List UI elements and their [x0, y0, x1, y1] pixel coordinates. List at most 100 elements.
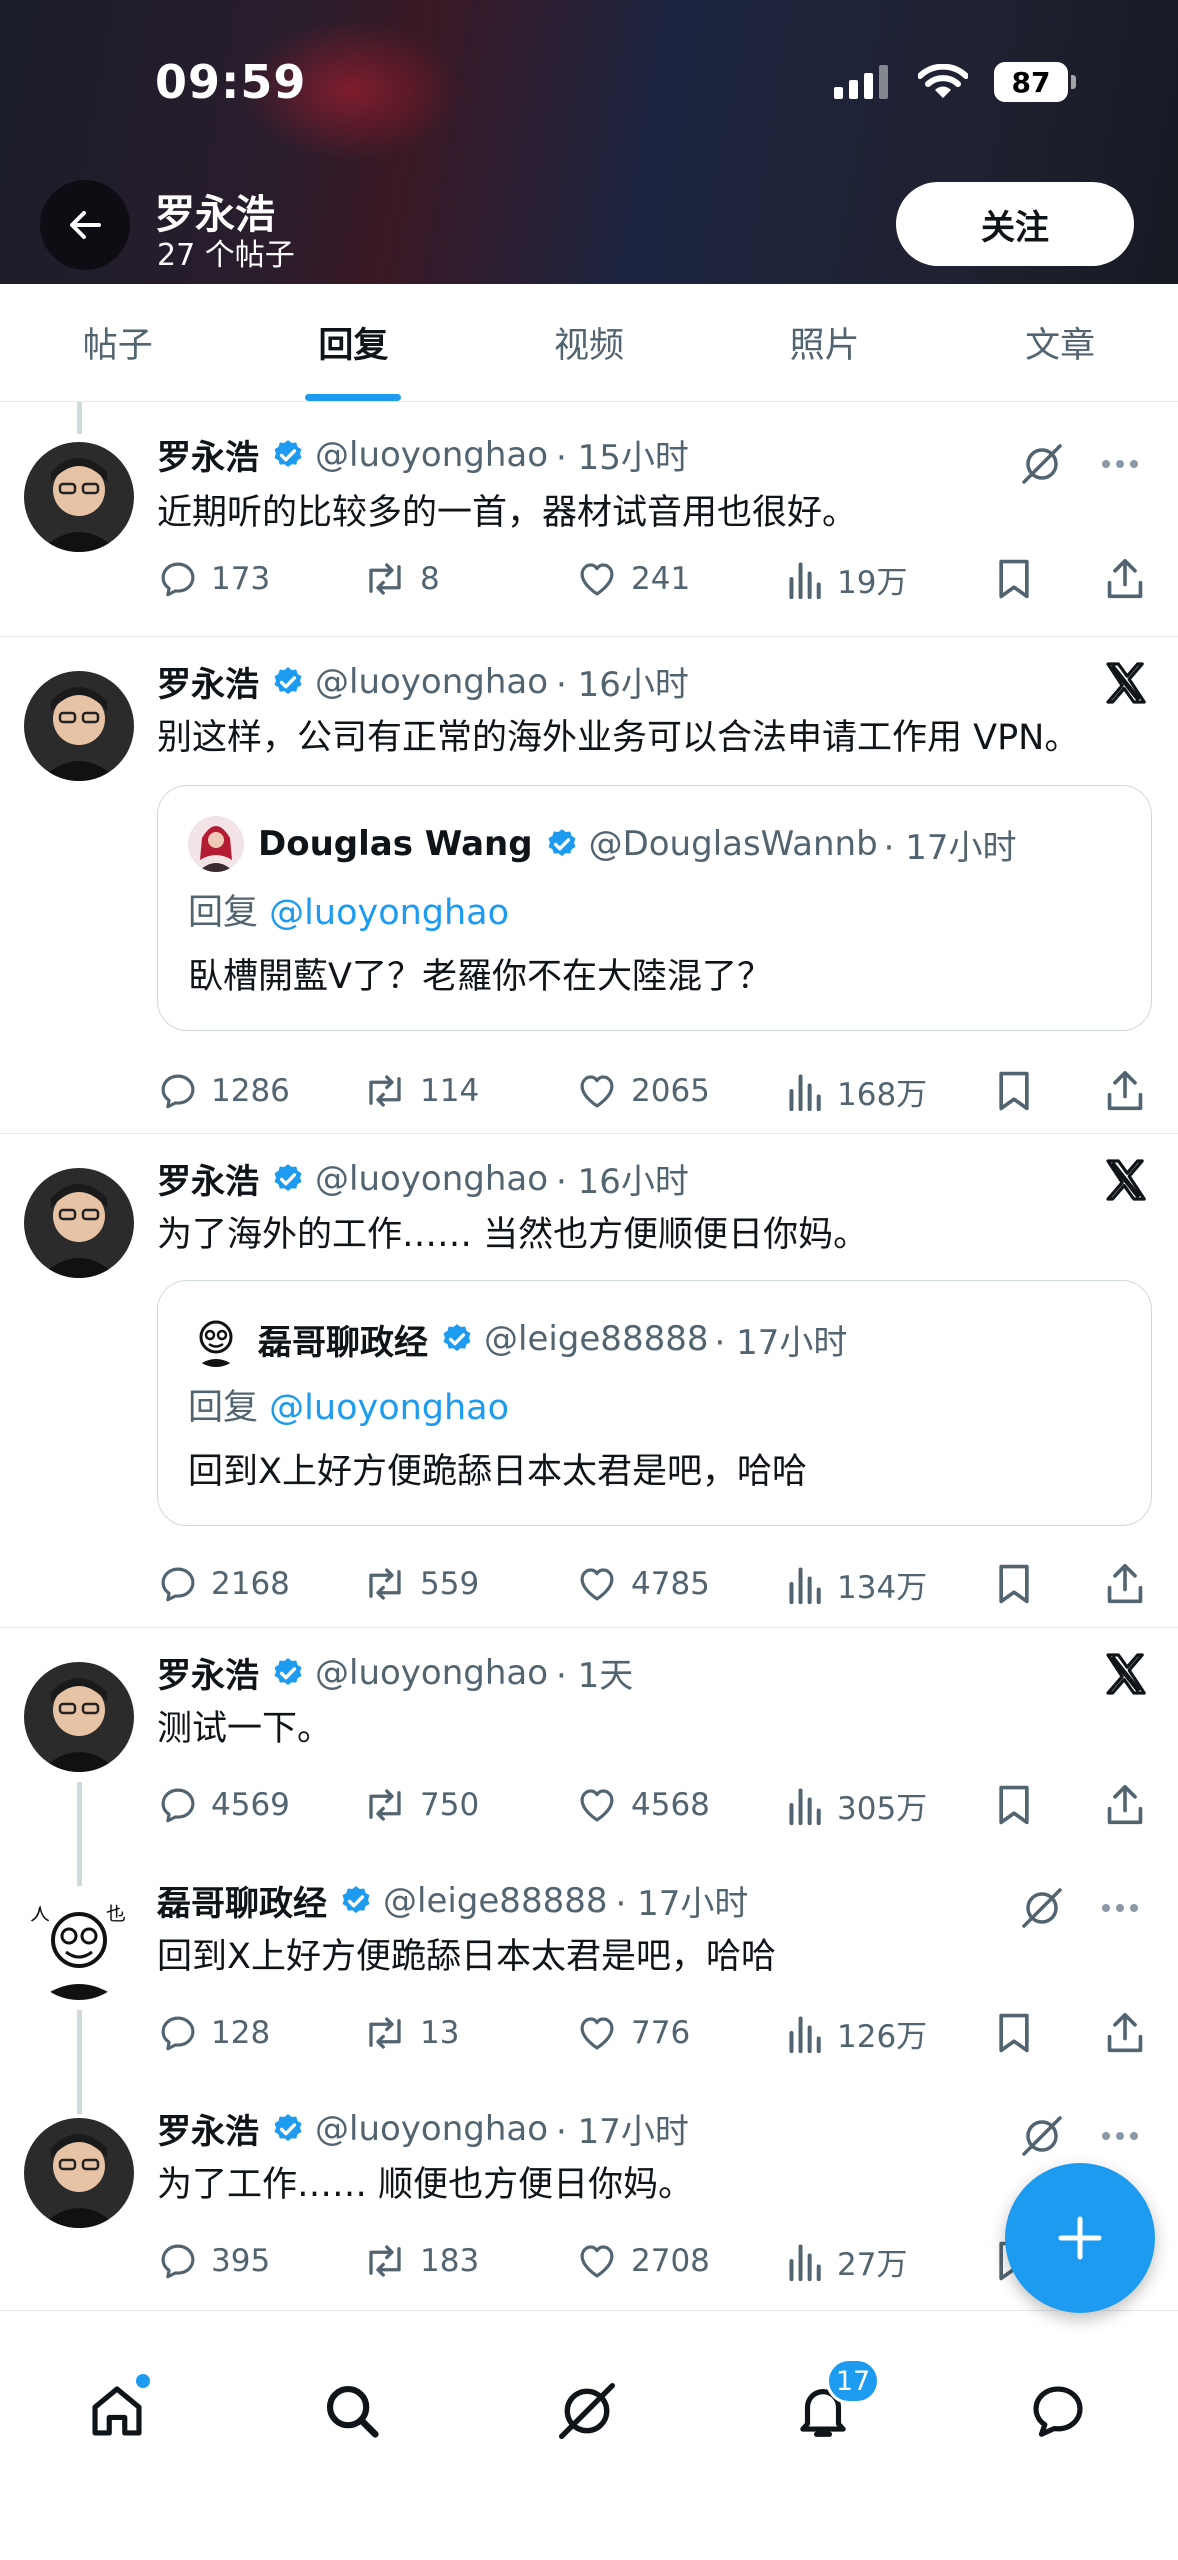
tweet-time: · 17小时	[556, 2112, 689, 2152]
repost-count: 559	[420, 1566, 480, 1602]
share-button[interactable]	[1105, 1780, 1145, 1830]
author-name[interactable]: 罗永浩	[157, 1154, 259, 1203]
grok-icon[interactable]	[1020, 2114, 1064, 2158]
tweet-actions: 2168 559 4785 134万	[157, 1559, 1147, 1609]
avatar[interactable]	[24, 671, 134, 781]
avatar[interactable]: 人也	[24, 1890, 134, 2000]
author-name[interactable]: 罗永浩	[157, 1648, 259, 1697]
reply-button[interactable]: 395	[157, 2236, 270, 2286]
like-button[interactable]: 4568	[575, 1780, 710, 1830]
tweet[interactable]: 罗永浩 @luoyonghao · 1天 测试一下。 4569 750 4568…	[0, 1628, 1178, 1856]
repost-button[interactable]: 559	[362, 1559, 479, 1609]
more-icon[interactable]	[1100, 458, 1140, 470]
share-button[interactable]	[1105, 554, 1145, 604]
like-button[interactable]: 776	[575, 2008, 690, 2058]
reply-button[interactable]: 1286	[157, 1066, 290, 1116]
reply-to-link[interactable]: @luoyonghao	[269, 893, 509, 933]
grok-icon[interactable]	[1020, 442, 1064, 486]
like-button[interactable]: 4785	[575, 1559, 710, 1609]
avatar-luoyonghao-icon	[24, 671, 134, 781]
quote-reply-context: 回复 @luoyonghao	[188, 884, 509, 935]
repost-icon	[369, 2017, 401, 2049]
views-button[interactable]: 27万	[787, 2236, 907, 2286]
nav-grok[interactable]	[542, 2366, 632, 2456]
bookmark-button[interactable]	[995, 1780, 1033, 1830]
repost-button[interactable]: 114	[362, 1066, 479, 1116]
tab-photos[interactable]: 照片	[707, 284, 943, 401]
author-name[interactable]: 罗永浩	[157, 2104, 259, 2153]
repost-button[interactable]: 750	[362, 1780, 479, 1830]
quoted-tweet[interactable]: Douglas Wang @DouglasWannb · 17小时 回复 @lu…	[157, 785, 1152, 1031]
author-handle[interactable]: @leige88888	[383, 1881, 607, 1921]
quote-author-handle: @DouglasWannb	[588, 824, 878, 864]
reply-button[interactable]: 4569	[157, 1780, 290, 1830]
share-button[interactable]	[1105, 1559, 1145, 1609]
bookmark-button[interactable]	[995, 2008, 1033, 2058]
tweet[interactable]: 罗永浩 @luoyonghao · 16小时 别这样，公司有正常的海外业务可以合…	[0, 637, 1178, 1134]
bookmark-button[interactable]	[995, 554, 1033, 604]
nav-search[interactable]	[307, 2366, 397, 2456]
bookmark-button[interactable]	[995, 1559, 1033, 1609]
views-button[interactable]: 19万	[787, 554, 907, 604]
share-button[interactable]	[1105, 1066, 1145, 1116]
repost-button[interactable]: 183	[362, 2236, 479, 2286]
thread-line	[77, 1856, 82, 1886]
author-handle[interactable]: @luoyonghao	[315, 1159, 548, 1199]
repost-button[interactable]: 13	[362, 2008, 459, 2058]
reply-button[interactable]: 2168	[157, 1559, 290, 1609]
author-name[interactable]: 罗永浩	[157, 430, 259, 479]
tweet-actions: 4569 750 4568 305万	[157, 1780, 1147, 1830]
author-name[interactable]: 磊哥聊政经	[157, 1876, 327, 1925]
avatar[interactable]	[24, 442, 134, 552]
repost-button[interactable]: 8	[362, 554, 440, 604]
verified-badge-icon	[271, 2112, 305, 2146]
home-icon	[92, 2386, 142, 2436]
tweet[interactable]: 罗永浩 @luoyonghao · 15小时 近期听的比较多的一首，器材试音用也…	[0, 402, 1178, 637]
author-handle[interactable]: @luoyonghao	[315, 662, 548, 702]
follow-button[interactable]: 关注	[896, 182, 1134, 266]
quote-header: 磊哥聊政经 @leige88888 · 17小时	[188, 1311, 847, 1367]
plus-icon	[1058, 2216, 1102, 2260]
tweet[interactable]: 罗永浩 @luoyonghao · 16小时 为了海外的工作…… 当然也方便顺便…	[0, 1134, 1178, 1628]
tweet[interactable]: 罗永浩 @luoyonghao · 17小时 为了工作…… 顺便也方便日你妈。 …	[0, 2084, 1178, 2312]
nav-notifications[interactable]: 17	[778, 2358, 880, 2456]
views-button[interactable]: 168万	[787, 1066, 927, 1116]
author-name[interactable]: 罗永浩	[157, 657, 259, 706]
tab-articles[interactable]: 文章	[942, 284, 1178, 401]
more-icon[interactable]	[1100, 1902, 1140, 1914]
tab-replies[interactable]: 回复	[236, 284, 472, 401]
share-button[interactable]	[1105, 2008, 1145, 2058]
quoted-tweet[interactable]: 磊哥聊政经 @leige88888 · 17小时 回复 @luoyonghao …	[157, 1280, 1152, 1526]
nav-home[interactable]	[72, 2366, 162, 2456]
grok-icon[interactable]	[1020, 1886, 1064, 1930]
tweet-header: 罗永浩 @luoyonghao · 16小时	[157, 1154, 689, 1203]
views-button[interactable]: 134万	[787, 1559, 927, 1609]
like-count: 2708	[631, 2243, 710, 2279]
tweet-text: 为了海外的工作…… 当然也方便顺便日你妈。	[157, 1215, 869, 1255]
reply-count: 395	[211, 2243, 271, 2279]
like-button[interactable]: 2708	[575, 2236, 710, 2286]
nav-messages[interactable]	[1013, 2366, 1103, 2456]
like-button[interactable]: 241	[575, 554, 690, 604]
tab-videos[interactable]: 视频	[471, 284, 707, 401]
reply-button[interactable]: 128	[157, 2008, 270, 2058]
quote-author-name: Douglas Wang	[258, 824, 533, 864]
tweet[interactable]: 人也 磊哥聊政经 @leige88888 · 17小时 回到X上好方便跪舔日本太…	[0, 1856, 1178, 2084]
bookmark-button[interactable]	[995, 1066, 1033, 1116]
back-button[interactable]	[40, 180, 130, 270]
avatar[interactable]	[24, 2118, 134, 2228]
avatar[interactable]	[24, 1662, 134, 1772]
x-logo-icon	[1106, 662, 1146, 704]
author-handle[interactable]: @luoyonghao	[315, 1653, 548, 1693]
author-handle[interactable]: @luoyonghao	[315, 435, 548, 475]
like-button[interactable]: 2065	[575, 1066, 710, 1116]
author-handle[interactable]: @luoyonghao	[315, 2109, 548, 2149]
more-icon[interactable]	[1100, 2130, 1140, 2142]
compose-button[interactable]	[1005, 2163, 1155, 2313]
tab-posts[interactable]: 帖子	[0, 284, 236, 401]
reply-to-link[interactable]: @luoyonghao	[269, 1388, 509, 1428]
avatar[interactable]	[24, 1168, 134, 1278]
views-button[interactable]: 305万	[787, 1780, 927, 1830]
reply-button[interactable]: 173	[157, 554, 270, 604]
views-button[interactable]: 126万	[787, 2008, 927, 2058]
